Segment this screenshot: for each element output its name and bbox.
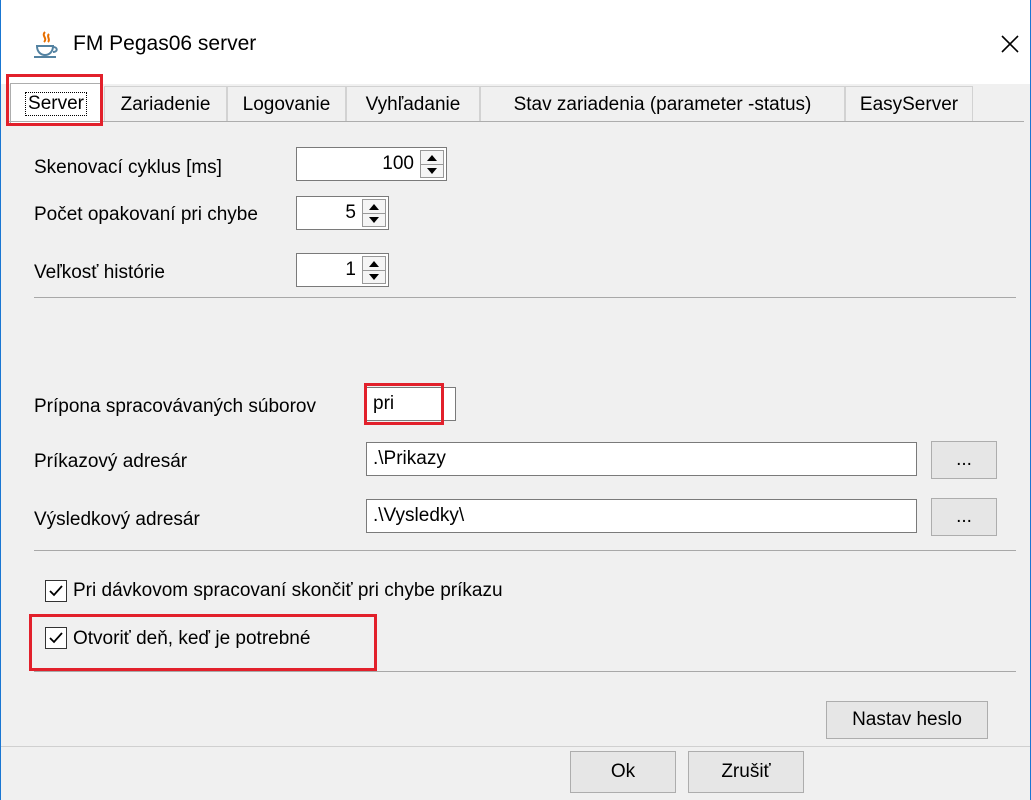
- separator: [34, 297, 1016, 298]
- tab-label: Logovanie: [242, 93, 331, 115]
- stop-on-error-label: Pri dávkovom spracovaní skončiť pri chyb…: [73, 580, 503, 601]
- command-dir-label: Príkazový adresár: [34, 451, 188, 472]
- stop-on-error-checkbox[interactable]: [45, 580, 67, 602]
- scan-cycle-label: Skenovací cyklus [ms]: [34, 157, 222, 178]
- tab-label: Vyhľadanie: [365, 93, 461, 115]
- tab-stav-zariadenia[interactable]: Stav zariadenia (parameter -status): [480, 86, 845, 122]
- arrow-up-icon: [369, 260, 379, 267]
- history-spinner[interactable]: 1: [296, 253, 389, 287]
- window-frame-left: [0, 0, 1, 800]
- arrow-down-icon: [369, 216, 379, 223]
- history-label: Veľkosť histórie: [34, 262, 165, 283]
- tab-vyhladanie[interactable]: Vyhľadanie: [346, 86, 480, 122]
- java-icon: [34, 31, 58, 58]
- command-dir-input[interactable]: .\Prikazy: [366, 442, 917, 476]
- close-icon[interactable]: [990, 24, 1030, 64]
- tab-logovanie[interactable]: Logovanie: [227, 86, 346, 122]
- browse-result-dir-button[interactable]: ...: [931, 498, 997, 536]
- tab-bar: Server Zariadenie Logovanie Vyhľadanie S…: [6, 83, 1026, 123]
- arrow-up-icon: [427, 154, 437, 161]
- tab-label: Stav zariadenia (parameter -status): [513, 93, 812, 115]
- scan-cycle-spinner[interactable]: 100: [296, 147, 447, 181]
- footer-separator: [1, 746, 1030, 747]
- highlight-server-tab: [6, 74, 103, 126]
- tab-label: Zariadenie: [120, 93, 211, 115]
- retries-spinner[interactable]: 5: [296, 196, 389, 230]
- separator: [34, 671, 1016, 672]
- ok-button[interactable]: Ok: [570, 751, 676, 793]
- scan-cycle-value: 100: [382, 153, 414, 174]
- highlight-extension: [364, 383, 444, 425]
- window-title: FM Pegas06 server: [73, 32, 257, 55]
- retries-label: Počet opakovaní pri chybe: [34, 204, 258, 225]
- result-dir-input[interactable]: .\Vysledky\: [366, 499, 917, 533]
- set-password-button[interactable]: Nastav heslo: [826, 701, 988, 739]
- history-value: 1: [345, 259, 356, 280]
- extension-label: Prípona spracovávaných súborov: [34, 396, 316, 417]
- result-dir-label: Výsledkový adresár: [34, 509, 200, 530]
- arrow-down-icon: [427, 167, 437, 174]
- separator: [34, 550, 1016, 551]
- arrow-down-icon: [369, 273, 379, 280]
- tab-label: EasyServer: [859, 93, 959, 115]
- spinner-arrows[interactable]: [362, 199, 386, 227]
- arrow-up-icon: [369, 203, 379, 210]
- browse-command-dir-button[interactable]: ...: [931, 441, 997, 479]
- highlight-open-day: [29, 614, 377, 671]
- cancel-button[interactable]: Zrušiť: [688, 751, 804, 793]
- tab-underline: [6, 121, 1024, 122]
- checkmark-icon: [49, 585, 63, 597]
- tab-zariadenie[interactable]: Zariadenie: [104, 86, 227, 122]
- retries-value: 5: [345, 202, 356, 223]
- spinner-arrows[interactable]: [420, 150, 444, 178]
- spinner-arrows[interactable]: [362, 256, 386, 284]
- tab-easyserver[interactable]: EasyServer: [845, 86, 973, 122]
